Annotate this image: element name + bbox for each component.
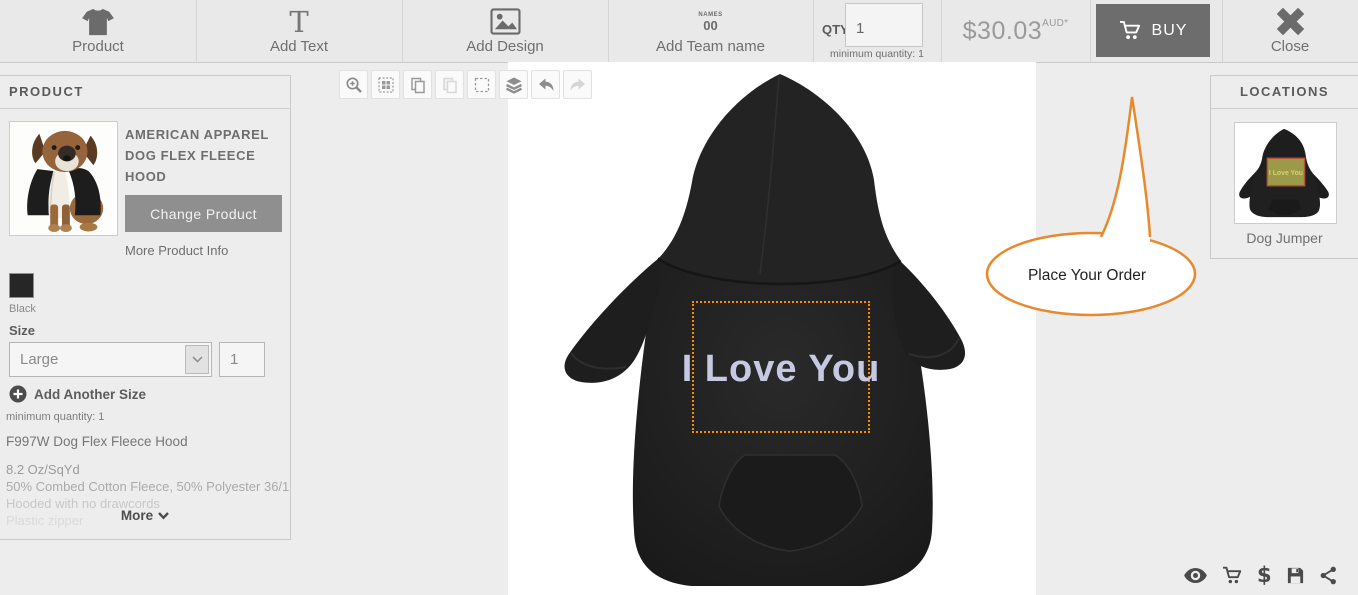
size-label: Size	[9, 323, 35, 338]
price-currency: AUD*	[1042, 18, 1068, 29]
redo-button[interactable]	[563, 70, 592, 99]
redo-icon	[569, 76, 587, 94]
more-details-label: More	[121, 508, 153, 523]
tshirt-icon	[82, 8, 114, 36]
jersey-icon-names: NAMES	[698, 12, 722, 18]
paste-icon	[441, 76, 459, 94]
locations-panel-header: LOCATIONS	[1211, 76, 1358, 109]
more-product-info-link[interactable]: More Product Info	[125, 243, 228, 258]
add-design-tab[interactable]: Add Design	[402, 0, 609, 62]
zoom-in-button[interactable]	[339, 70, 368, 99]
panel-minimum-note: minimum quantity: 1	[6, 411, 104, 423]
color-swatch-label: Black	[9, 303, 36, 315]
close-button[interactable]: Close	[1222, 0, 1358, 62]
location-thumbnail[interactable]: I Love You	[1234, 122, 1337, 224]
add-text-tab-label: Add Text	[270, 38, 328, 55]
price-section: $30.03AUD*	[941, 0, 1091, 62]
select-area-button[interactable]	[467, 70, 496, 99]
pricing-button[interactable]: $	[1257, 563, 1272, 587]
save-button[interactable]	[1286, 566, 1305, 585]
share-button[interactable]	[1319, 566, 1338, 585]
product-detail-1: 8.2 Oz/SqYd	[6, 462, 80, 477]
eye-icon	[1183, 567, 1208, 584]
layers-button[interactable]	[499, 70, 528, 99]
dollar-icon: $	[1257, 563, 1272, 587]
top-toolbar: Product T Add Text Add Design NAMES 00 A…	[0, 0, 1358, 63]
locations-panel: LOCATIONS I Love You Dog Jumper	[1210, 75, 1358, 259]
color-swatch[interactable]	[9, 273, 34, 298]
add-another-size-label: Add Another Size	[34, 387, 146, 402]
paste-button[interactable]	[435, 70, 464, 99]
chevron-down-icon	[185, 345, 209, 374]
undo-icon	[537, 76, 555, 94]
place-order-callout: Place Your Order	[975, 85, 1205, 325]
jersey-icon: NAMES 00	[698, 8, 722, 36]
cart-icon	[1222, 566, 1243, 585]
qty-minimum-note: minimum quantity: 1	[813, 48, 941, 60]
plus-circle-icon	[9, 385, 27, 403]
jersey-icon-number: 00	[703, 19, 717, 32]
add-text-tab[interactable]: T Add Text	[196, 0, 403, 62]
chevron-down-icon	[158, 512, 169, 520]
location-label: Dog Jumper	[1211, 230, 1358, 246]
copy-button[interactable]	[403, 70, 432, 99]
size-qty-input[interactable]	[219, 342, 265, 377]
design-canvas[interactable]: I Love You	[508, 62, 1036, 595]
product-title: AMERICAN APPAREL DOG FLEX FLEECE HOOD	[125, 124, 283, 187]
more-details-link[interactable]: More	[0, 507, 290, 525]
preview-button[interactable]	[1183, 567, 1208, 584]
print-area-icon	[377, 76, 395, 94]
designer-app: Product T Add Text Add Design NAMES 00 A…	[0, 0, 1358, 595]
dog-photo-illustration	[10, 122, 115, 233]
buy-section: BUY	[1090, 0, 1223, 62]
change-product-button[interactable]: Change Product	[125, 195, 282, 232]
buy-button[interactable]: BUY	[1096, 4, 1210, 57]
quantity-section: QTY minimum quantity: 1	[813, 0, 942, 62]
design-area[interactable]: I Love You	[692, 301, 870, 433]
product-panel-header: PRODUCT	[0, 76, 290, 109]
add-team-name-tab[interactable]: NAMES 00 Add Team name	[608, 0, 814, 62]
add-team-name-tab-label: Add Team name	[656, 38, 765, 55]
qty-input[interactable]	[845, 3, 923, 47]
print-area-button[interactable]	[371, 70, 400, 99]
design-text[interactable]: I Love You	[682, 344, 881, 391]
share-icon	[1319, 566, 1338, 585]
canvas-toolbar	[339, 70, 592, 99]
save-icon	[1286, 566, 1305, 585]
location-thumbnail-image: I Love You	[1235, 123, 1334, 221]
magnifier-plus-icon	[345, 76, 363, 94]
product-detail-2: 50% Combed Cotton Fleece, 50% Polyester …	[6, 479, 289, 494]
close-button-label: Close	[1271, 38, 1309, 55]
size-select-value: Large	[20, 351, 58, 368]
marquee-icon	[473, 76, 491, 94]
undo-button[interactable]	[531, 70, 560, 99]
product-tab-label: Product	[72, 38, 124, 55]
cart-icon	[1119, 20, 1142, 41]
cart-button[interactable]	[1222, 566, 1243, 585]
text-icon: T	[289, 8, 308, 36]
product-panel: PRODUCT	[0, 75, 291, 540]
style-name: F997W Dog Flex Fleece Hood	[6, 434, 188, 449]
add-design-tab-label: Add Design	[466, 38, 544, 55]
callout-text: Place Your Order	[1028, 267, 1146, 284]
copy-icon	[409, 76, 427, 94]
close-icon	[1276, 8, 1305, 36]
image-icon	[490, 8, 521, 36]
product-tab[interactable]: Product	[0, 0, 197, 62]
buy-button-label: BUY	[1152, 22, 1188, 40]
layers-icon	[505, 76, 523, 94]
add-another-size-button[interactable]: Add Another Size	[9, 385, 146, 403]
thumbnail-design-text: I Love You	[1269, 170, 1303, 177]
price-amount: $30.03	[963, 17, 1042, 45]
footer-actions: $	[1183, 563, 1338, 587]
product-photo	[9, 121, 118, 236]
price-display: $30.03AUD*	[963, 17, 1069, 46]
size-select[interactable]: Large	[9, 342, 212, 377]
